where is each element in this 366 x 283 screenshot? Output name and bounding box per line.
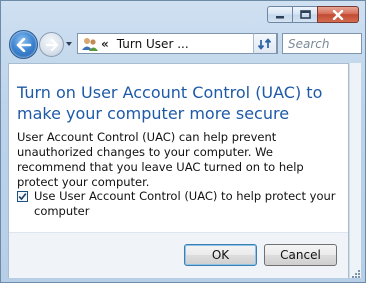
address-bar[interactable]: « Turn User ... bbox=[77, 33, 278, 54]
address-chevron: « bbox=[101, 36, 109, 51]
forward-arrow-icon bbox=[45, 38, 58, 51]
uac-option[interactable]: Use User Account Control (UAC) to help p… bbox=[17, 189, 337, 219]
uac-checkbox[interactable] bbox=[17, 191, 28, 202]
cancel-button[interactable]: Cancel bbox=[264, 244, 337, 266]
refresh-icon bbox=[257, 38, 272, 49]
content-pane: Turn on User Account Control (UAC) to ma… bbox=[8, 63, 349, 278]
users-icon bbox=[82, 37, 98, 51]
recent-pages-dropdown-icon[interactable] bbox=[65, 40, 73, 48]
forward-button[interactable] bbox=[39, 32, 64, 57]
uac-checkbox-label[interactable]: Use User Account Control (UAC) to help p… bbox=[34, 189, 337, 219]
ok-button[interactable]: OK bbox=[184, 244, 257, 266]
minimize-button[interactable] bbox=[267, 6, 292, 23]
refresh-button[interactable] bbox=[253, 33, 277, 54]
window-frame: « Turn User ... Search Turn on User Acco… bbox=[0, 0, 366, 283]
back-arrow-icon bbox=[16, 37, 31, 52]
caption-buttons bbox=[267, 6, 359, 23]
resize-grip-icon[interactable] bbox=[351, 269, 361, 279]
page-title: Turn on User Account Control (UAC) to ma… bbox=[17, 83, 323, 123]
address-text: Turn User ... bbox=[116, 36, 189, 51]
maximize-icon bbox=[299, 10, 311, 19]
checkmark-icon bbox=[18, 193, 27, 201]
vertical-scrollbar[interactable] bbox=[349, 63, 361, 278]
maximize-button[interactable] bbox=[292, 6, 317, 23]
back-button[interactable] bbox=[9, 30, 38, 59]
search-input[interactable]: Search bbox=[282, 33, 362, 54]
close-icon bbox=[332, 9, 344, 20]
minimize-icon bbox=[276, 15, 284, 18]
search-placeholder: Search bbox=[288, 36, 330, 51]
close-button[interactable] bbox=[317, 6, 359, 23]
description-text: User Account Control (UAC) can help prev… bbox=[17, 130, 304, 189]
